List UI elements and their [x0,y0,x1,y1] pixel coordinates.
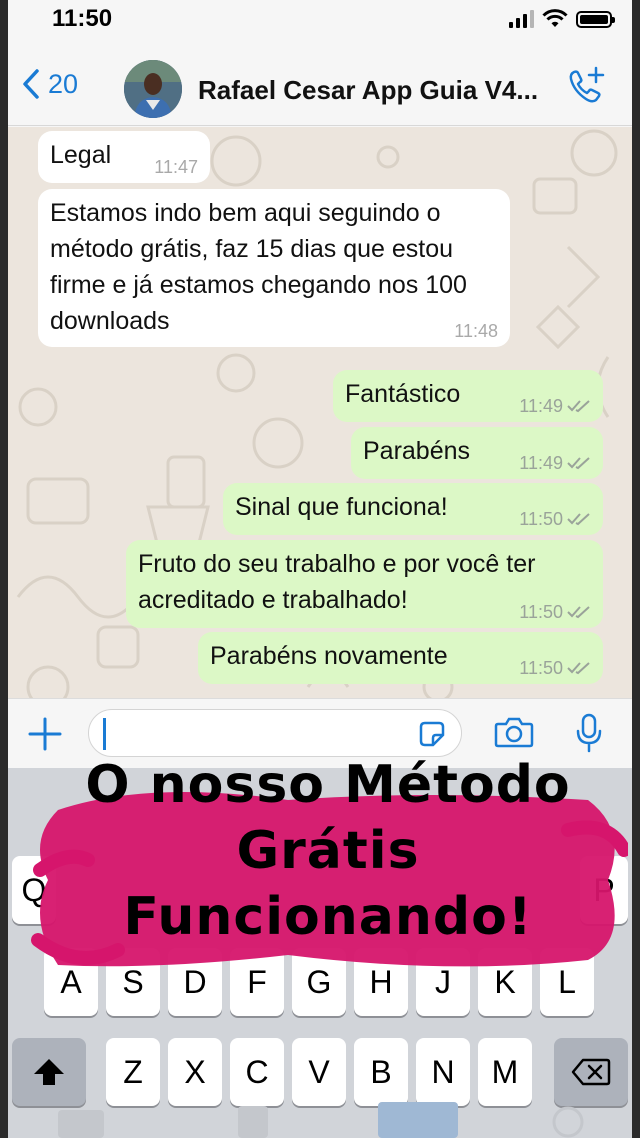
message-bubble[interactable]: Parabéns novamente 11:50 [198,632,603,684]
message-bubble[interactable]: Estamos indo bem aqui seguindo o método … [38,189,510,347]
message-text: Legal [50,141,112,169]
key-v[interactable]: V [292,1038,346,1106]
key-m[interactable]: M [478,1038,532,1106]
key-c[interactable]: C [230,1038,284,1106]
contact-name[interactable]: Rafael Cesar App Guia V4... [198,75,538,106]
emoji-bar-ghost [58,1102,584,1138]
contact-avatar[interactable] [124,60,182,118]
unread-count: 20 [48,68,79,99]
read-receipt-icon [567,400,590,413]
microphone-icon[interactable] [574,713,604,753]
message-time: 11:49 [519,396,591,416]
message-time-label: 11:50 [519,658,563,678]
shift-key[interactable] [12,1038,86,1106]
chat-header: 20 Rafael Cesar App Guia V4... [8,44,632,126]
message-time-label: 11:49 [519,453,563,473]
add-call-icon[interactable] [566,66,606,106]
chat-area[interactable]: Legal 11:47 Estamos indo bem aqui seguin… [8,127,632,698]
message-text: Parabéns [363,437,471,465]
backspace-key[interactable] [554,1038,628,1106]
message-time: 11:49 [519,453,591,473]
message-bubble[interactable]: Sinal que funciona! 11:50 [223,483,603,535]
message-text: Estamos indo bem aqui seguindo o método … [50,199,467,335]
promo-line-1: O nosso Método [85,755,571,815]
message-time-label: 11:49 [519,396,563,416]
message-time: 11:48 [454,321,498,341]
message-bubble[interactable]: Parabéns 11:49 [351,427,603,479]
message-bubble[interactable]: Fantástico 11:49 [333,370,603,422]
camera-icon[interactable] [494,715,534,749]
promo-line-2: Grátis [236,821,420,881]
status-time: 11:50 [52,5,113,32]
message-text: Fruto do seu trabalho e por você ter acr… [138,550,536,614]
message-text: Fantástico [345,380,461,408]
status-icons [509,9,615,29]
message-input[interactable] [88,709,462,757]
message-text: Sinal que funciona! [235,493,448,521]
cellular-signal-icon [509,10,534,28]
key-b[interactable]: B [354,1038,408,1106]
sticker-icon[interactable] [417,719,447,749]
read-receipt-icon [567,606,590,619]
backspace-icon [571,1058,611,1086]
message-bubble[interactable]: Fruto do seu trabalho e por você ter acr… [126,540,603,628]
chevron-left-icon [23,69,39,99]
message-time: 11:50 [519,602,591,622]
shift-arrow-icon [34,1059,64,1085]
plus-icon[interactable] [28,717,62,751]
read-receipt-icon [567,513,590,526]
status-bar: 11:50 [8,0,632,44]
back-button[interactable]: 20 [22,68,78,100]
key-z[interactable]: Z [106,1038,160,1106]
message-text: Parabéns novamente [210,642,448,670]
message-time-label: 11:50 [519,509,563,529]
read-receipt-icon [567,662,590,675]
message-time-label: 11:47 [154,157,198,177]
phone-screen: 11:50 20 Rafael Cesar App Guia V4... Leg… [8,0,632,1138]
message-time: 11:47 [154,157,198,177]
promo-line-3: Funcionando! [123,887,533,947]
message-time: 11:50 [519,509,591,529]
key-n[interactable]: N [416,1038,470,1106]
avatar-photo [124,60,182,118]
message-time-label: 11:48 [454,321,498,341]
wifi-icon [542,9,568,27]
read-receipt-icon [567,457,590,470]
key-x[interactable]: X [168,1038,222,1106]
message-time-label: 11:50 [519,602,563,622]
message-time: 11:50 [519,658,591,678]
message-bubble[interactable]: Legal 11:47 [38,131,210,183]
text-caret [103,718,106,750]
promo-overlay-text: O nosso Método Grátis Funcionando! [28,752,628,950]
battery-icon [576,10,615,28]
